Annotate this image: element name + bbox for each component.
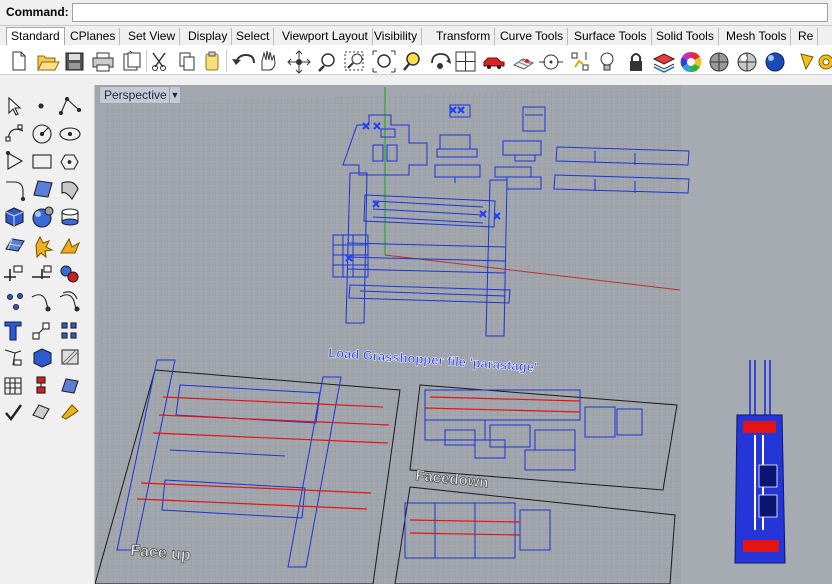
box-icon[interactable]: [5, 207, 24, 227]
grid-array-icon[interactable]: [4, 377, 22, 395]
perspective-viewport[interactable]: Load Grasshopper file 'parastage' Face u…: [95, 85, 832, 584]
color-wheel-icon[interactable]: [680, 51, 702, 73]
toolbar-icons: [12, 50, 832, 74]
paste-icon[interactable]: [205, 51, 219, 71]
tab-display[interactable]: Display: [184, 28, 233, 45]
toolbar-tabs: Standard CPlanes Set View Display Select View…: [0, 27, 832, 45]
mesh-plane-icon[interactable]: [5, 238, 25, 252]
polygon-icon[interactable]: [60, 154, 79, 170]
hatch-icon[interactable]: [61, 349, 79, 365]
print-icon[interactable]: [92, 52, 114, 72]
transform-icon[interactable]: [61, 378, 79, 394]
tab-solid-tools[interactable]: Solid Tools: [652, 28, 719, 45]
draft-icon[interactable]: [800, 53, 814, 71]
burst-icon[interactable]: [60, 237, 81, 254]
rotate-view-icon[interactable]: [287, 50, 311, 74]
arc-icon[interactable]: [5, 150, 24, 170]
offset-icon[interactable]: [59, 291, 80, 312]
tab-curve-tools[interactable]: Curve Tools: [496, 28, 569, 45]
rotate-icon[interactable]: [431, 53, 451, 69]
points-icon[interactable]: [6, 292, 24, 311]
layer-icon[interactable]: [652, 53, 676, 73]
explode-icon[interactable]: [35, 235, 54, 259]
options-icon[interactable]: [818, 54, 832, 70]
split-icon[interactable]: [4, 265, 23, 281]
bulb-icon[interactable]: [600, 52, 614, 71]
revolve-icon[interactable]: [61, 181, 79, 200]
rectangle-icon[interactable]: [32, 154, 52, 169]
sphere-solid-icon[interactable]: [32, 206, 54, 228]
select-points-icon[interactable]: [571, 52, 589, 71]
surface-icon[interactable]: [33, 180, 53, 198]
sphere-icon[interactable]: [765, 52, 785, 72]
undo-icon[interactable]: [232, 53, 255, 65]
command-label: Command:: [6, 5, 69, 19]
osnap-icon[interactable]: [539, 54, 563, 70]
tab-transform[interactable]: Transform: [432, 28, 496, 45]
viewport-title[interactable]: Perspective: [99, 86, 174, 104]
boolean-icon[interactable]: [60, 265, 79, 283]
import-icon[interactable]: [123, 50, 141, 71]
grid-icon[interactable]: [512, 58, 535, 70]
text-icon[interactable]: [4, 321, 22, 341]
zoom-window-icon[interactable]: [344, 51, 364, 71]
zoom-icon[interactable]: [318, 53, 335, 72]
command-bar: Command:: [0, 0, 832, 26]
tab-visibility[interactable]: Visibility: [370, 28, 423, 45]
tab-select[interactable]: Select: [232, 28, 275, 45]
array-icon[interactable]: [61, 322, 77, 339]
tab-re[interactable]: Re: [794, 28, 819, 45]
circle-icon[interactable]: [32, 124, 52, 144]
standard-toolbar: [0, 45, 832, 75]
new-icon[interactable]: [12, 51, 26, 71]
curve-tools-icon[interactable]: [31, 294, 51, 312]
lock-icon[interactable]: [630, 53, 642, 71]
viewport-canvas[interactable]: Load Grasshopper file 'parastage' Face u…: [95, 85, 832, 584]
open-icon[interactable]: [37, 55, 60, 71]
ellipse-icon[interactable]: [59, 127, 81, 141]
dim-icon[interactable]: [4, 349, 22, 366]
polyline-icon[interactable]: [58, 96, 82, 116]
cut-icon[interactable]: [152, 52, 166, 71]
cylinder-icon[interactable]: [61, 208, 79, 226]
paint-icon[interactable]: [61, 404, 79, 420]
construction-grid: [95, 85, 681, 584]
shade-icon[interactable]: [709, 52, 729, 72]
fillet-curve-icon[interactable]: [6, 181, 26, 202]
copy-icon[interactable]: [179, 52, 195, 71]
tab-set-view[interactable]: Set View: [124, 28, 181, 45]
four-viewports-icon[interactable]: [455, 51, 476, 72]
zoom-extents-icon[interactable]: [372, 50, 396, 73]
shade-box-icon[interactable]: [33, 348, 52, 368]
block-icon[interactable]: [32, 404, 50, 420]
render-icon[interactable]: [737, 52, 757, 72]
zoom-selected-icon[interactable]: [403, 52, 420, 71]
align-icon[interactable]: [36, 376, 46, 394]
point-icon[interactable]: [38, 103, 44, 109]
car-icon[interactable]: [483, 57, 505, 69]
save-icon[interactable]: [65, 52, 84, 71]
pan-icon[interactable]: [261, 50, 276, 71]
curve-icon[interactable]: [5, 124, 24, 142]
tab-standard[interactable]: Standard: [6, 27, 65, 45]
main-sidebar: [0, 85, 95, 584]
command-input[interactable]: [72, 3, 828, 22]
viewport-dropdown[interactable]: ▼: [169, 86, 181, 104]
tab-viewport-layout[interactable]: Viewport Layout: [278, 28, 373, 45]
tab-surface-tools[interactable]: Surface Tools: [570, 28, 652, 45]
select-icon[interactable]: [8, 96, 22, 116]
tab-mesh-tools[interactable]: Mesh Tools: [722, 28, 792, 45]
sidebar-icons: [4, 96, 82, 421]
check-icon[interactable]: [5, 404, 22, 421]
scale-icon[interactable]: [32, 322, 50, 340]
trim-icon[interactable]: [32, 265, 52, 279]
tab-cplanes[interactable]: CPlanes: [66, 28, 121, 45]
